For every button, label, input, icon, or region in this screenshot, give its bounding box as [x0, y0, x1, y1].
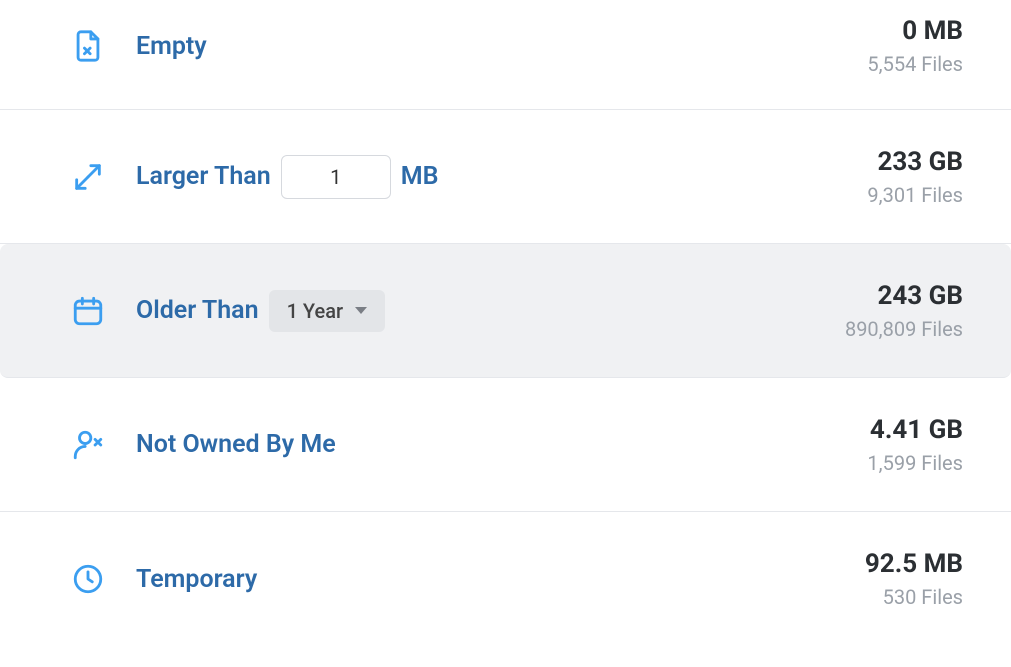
row-label-group: Older Than 1 Year: [136, 290, 385, 332]
stat-size: 0 MB: [867, 16, 963, 46]
stat-files: 9,301 Files: [867, 183, 963, 207]
row-stats: 92.5 MB 530 Files: [865, 549, 963, 609]
row-label-group: Larger Than MB: [136, 155, 438, 199]
stat-size: 233 GB: [867, 147, 963, 177]
row-stats: 243 GB 890,809 Files: [845, 281, 963, 341]
filter-row-older-than[interactable]: Older Than 1 Year 243 GB 890,809 Files: [0, 244, 1011, 378]
row-stats: 4.41 GB 1,599 Files: [867, 415, 963, 475]
file-x-icon: [68, 26, 108, 66]
row-left: Temporary: [68, 559, 865, 599]
expand-arrows-icon: [68, 157, 108, 197]
row-label: Temporary: [136, 565, 257, 594]
filter-row-temporary[interactable]: Temporary 92.5 MB 530 Files: [0, 512, 1011, 646]
filter-row-larger-than[interactable]: Larger Than MB 233 GB 9,301 Files: [0, 110, 1011, 244]
clock-icon: [68, 559, 108, 599]
row-stats: 0 MB 5,554 Files: [867, 8, 963, 76]
label-unit: MB: [401, 162, 439, 191]
age-dropdown[interactable]: 1 Year: [269, 290, 385, 332]
row-left: Older Than 1 Year: [68, 290, 845, 332]
row-left: Empty: [68, 8, 867, 66]
size-threshold-input[interactable]: [281, 155, 391, 199]
row-stats: 233 GB 9,301 Files: [867, 147, 963, 207]
stat-files: 5,554 Files: [867, 52, 963, 76]
stat-files: 890,809 Files: [845, 317, 963, 341]
calendar-icon: [68, 291, 108, 331]
row-label: Not Owned By Me: [136, 430, 336, 459]
row-left: Not Owned By Me: [68, 425, 867, 465]
row-left: Larger Than MB: [68, 155, 867, 199]
user-x-icon: [68, 425, 108, 465]
row-label: Empty: [136, 32, 207, 61]
filter-list: Empty 0 MB 5,554 Files Larger Than MB: [0, 0, 1011, 646]
label-prefix: Larger Than: [136, 162, 271, 191]
label-prefix: Older Than: [136, 296, 259, 325]
stat-files: 1,599 Files: [867, 451, 963, 475]
filter-row-empty[interactable]: Empty 0 MB 5,554 Files: [0, 0, 1011, 110]
dropdown-value: 1 Year: [287, 299, 343, 323]
filter-row-not-owned[interactable]: Not Owned By Me 4.41 GB 1,599 Files: [0, 378, 1011, 512]
chevron-down-icon: [355, 307, 367, 314]
stat-files: 530 Files: [865, 585, 963, 609]
stat-size: 4.41 GB: [867, 415, 963, 445]
stat-size: 92.5 MB: [865, 549, 963, 579]
stat-size: 243 GB: [845, 281, 963, 311]
